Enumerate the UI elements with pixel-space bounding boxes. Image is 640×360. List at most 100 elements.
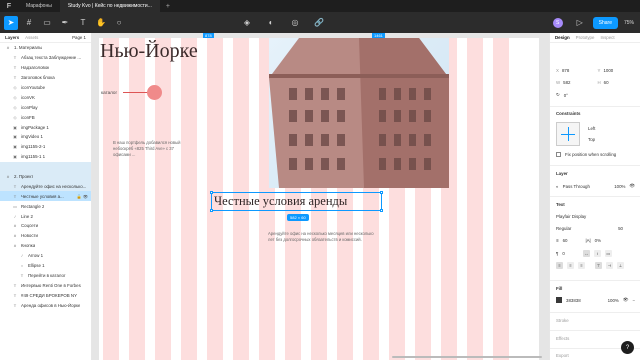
rotation-field[interactable]: 0° — [564, 93, 568, 98]
layer-item[interactable]: ◇ iconYoutube — [0, 83, 91, 93]
layer-item[interactable] — [0, 161, 91, 172]
hero-heading[interactable]: Нью-Йорке — [100, 40, 198, 63]
layer-item[interactable]: T Абзац текста Заблуждение ... — [0, 53, 91, 63]
fixed-size-icon[interactable]: ▭ — [604, 250, 612, 257]
tab-assets[interactable]: Assets — [25, 35, 38, 40]
design-frame[interactable]: Нью-Йорке каталог В наш портфель добавил… — [99, 38, 539, 360]
news-paragraph[interactable]: В наш портфель добавился новый небоскрёб… — [113, 140, 185, 159]
layer-item[interactable]: ○ Ellipse 1 — [0, 261, 91, 271]
tab-marathons[interactable]: Марафоны — [18, 0, 60, 12]
tab-prototype[interactable]: Prototype — [576, 35, 595, 40]
user-avatar[interactable]: S — [552, 17, 563, 28]
catalog-link[interactable]: каталог — [101, 85, 163, 100]
h-field[interactable]: H 60 — [598, 80, 636, 85]
component-icon[interactable]: ◈ — [240, 16, 254, 30]
layer-item[interactable]: # Соцсети — [0, 221, 91, 231]
link-icon[interactable]: 🔗 — [312, 16, 326, 30]
comment-tool-icon[interactable]: ○ — [112, 16, 126, 30]
font-weight-select[interactable]: Regular — [556, 226, 571, 231]
layer-opacity-field[interactable]: 100% — [614, 184, 625, 189]
fill-hex-field[interactable]: 383838 — [566, 298, 581, 303]
resize-handle-tr[interactable] — [380, 191, 383, 194]
layer-item[interactable]: T #49 СРЕДИ БРОКЕРОВ NY — [0, 290, 91, 300]
tab-design[interactable]: Design — [555, 35, 570, 40]
layer-item[interactable]: ▣ img1155-2-1 — [0, 142, 91, 152]
new-tab-icon[interactable]: + — [166, 3, 170, 10]
selection-box[interactable] — [210, 191, 383, 212]
align-bottom-icon[interactable]: ⊥ — [617, 262, 624, 269]
constraints-widget[interactable] — [556, 122, 580, 146]
layer-item[interactable]: ▣ imgPackage 1 — [0, 122, 91, 132]
layer-item[interactable]: T Арендуйте офис на несколько... — [0, 181, 91, 192]
tab-layers[interactable]: Layers — [5, 35, 19, 40]
pen-tool-icon[interactable]: ✒ — [58, 16, 72, 30]
layer-item[interactable]: / Line 2 — [0, 211, 91, 221]
layer-item[interactable]: T Честные условия а... 🔓 👁 — [0, 191, 91, 202]
shape-tool-icon[interactable]: ▭ — [40, 16, 54, 30]
constraint-horizontal-select[interactable]: Left — [588, 126, 595, 131]
fix-position-checkbox[interactable] — [556, 152, 561, 157]
layer-item[interactable]: / Arrow 1 — [0, 251, 91, 261]
layer-item[interactable]: #1. Материалы — [0, 43, 91, 53]
align-middle-icon[interactable]: ⊣ — [606, 262, 613, 269]
help-button[interactable]: ? — [621, 341, 634, 354]
layer-item[interactable]: ▣ img1155-1 1 — [0, 152, 91, 162]
share-button[interactable]: Share — [592, 16, 618, 29]
align-left-icon[interactable]: ≡ — [556, 262, 563, 269]
layer-item[interactable]: T Заголовок блока — [0, 73, 91, 83]
layer-item[interactable]: # Новости — [0, 231, 91, 241]
paragraph-spacing-field[interactable]: 0 — [562, 251, 564, 256]
building-photo[interactable] — [269, 38, 449, 188]
move-tool-icon[interactable]: ➤ — [4, 15, 18, 30]
mask-icon[interactable]: ◐ — [264, 16, 278, 30]
layer-item[interactable]: T Интервью Renti One в Forbes — [0, 280, 91, 290]
layer-lock-visibility-icon[interactable]: 🔓 👁 — [77, 194, 88, 199]
visibility-icon[interactable]: 👁 — [629, 183, 635, 189]
resize-handle-tl[interactable] — [210, 191, 213, 194]
fill-swatch[interactable] — [556, 297, 562, 303]
align-top-icon[interactable]: ⊤ — [595, 262, 602, 269]
layer-item[interactable]: T Аренда офисов в Нью-Йорке — [0, 300, 91, 310]
export-title[interactable]: Export — [556, 353, 569, 358]
stroke-title[interactable]: Stroke — [556, 318, 569, 323]
layer-item[interactable]: ▭ Rectangle 2 — [0, 201, 91, 211]
letter-spacing-field[interactable]: 0% — [595, 238, 601, 243]
figma-logo-icon[interactable]: F — [0, 0, 18, 12]
align-center-icon[interactable]: ≡ — [567, 262, 574, 269]
hand-tool-icon[interactable]: ✋ — [94, 16, 108, 30]
constraint-vertical-select[interactable]: Top — [588, 137, 595, 142]
fill-opacity-field[interactable]: 100% — [608, 298, 619, 303]
x-field[interactable]: X 878 — [556, 68, 594, 73]
page-selector[interactable]: Page 1 — [72, 35, 86, 40]
font-size-field[interactable]: 50 — [618, 226, 623, 231]
resize-handle-bl[interactable] — [210, 209, 213, 212]
frame-tool-icon[interactable]: # — [22, 16, 36, 30]
line-height-field[interactable]: 60 — [563, 238, 568, 243]
section-paragraph[interactable]: Арендуйте офис на несколько месяцев или … — [268, 231, 378, 243]
font-family-select[interactable]: Playfair Display — [556, 214, 586, 219]
auto-height-icon[interactable]: ↕ — [593, 250, 601, 257]
layer-item[interactable]: ◇ iconPlay — [0, 102, 91, 112]
layer-item[interactable]: T Надзаголовок — [0, 63, 91, 73]
canvas[interactable]: Нью-Йорке каталог В наш портфель добавил… — [92, 33, 549, 360]
layer-item[interactable]: ▣ imgVideo 1 — [0, 132, 91, 142]
resize-handle-br[interactable] — [380, 209, 383, 212]
tab-inspect[interactable]: Inspect — [600, 35, 614, 40]
zoom-level[interactable]: 75% — [624, 20, 634, 26]
effects-title[interactable]: Effects — [556, 336, 569, 341]
blend-mode-select[interactable]: Pass Through — [563, 184, 590, 189]
boolean-icon[interactable]: ◎ — [288, 16, 302, 30]
tab-study-kvo[interactable]: Study Kvo | Кейс по недвижимости... — [59, 0, 160, 12]
text-tool-icon[interactable]: T — [76, 16, 90, 30]
w-field[interactable]: W 582 — [556, 80, 594, 85]
remove-fill-icon[interactable]: − — [632, 298, 635, 303]
y-field[interactable]: Y 1000 — [598, 68, 636, 73]
fill-visibility-icon[interactable]: 👁 — [623, 297, 629, 303]
layer-item[interactable]: # Кнопка — [0, 241, 91, 251]
horizontal-scrollbar[interactable] — [392, 356, 542, 358]
layer-item[interactable]: T Перейти в каталог — [0, 270, 91, 280]
auto-width-icon[interactable]: ↔ — [582, 250, 590, 257]
align-right-icon[interactable]: ≡ — [578, 262, 585, 269]
play-icon[interactable]: ▷ — [573, 16, 587, 30]
layer-item[interactable]: #2. Проект — [0, 171, 91, 182]
